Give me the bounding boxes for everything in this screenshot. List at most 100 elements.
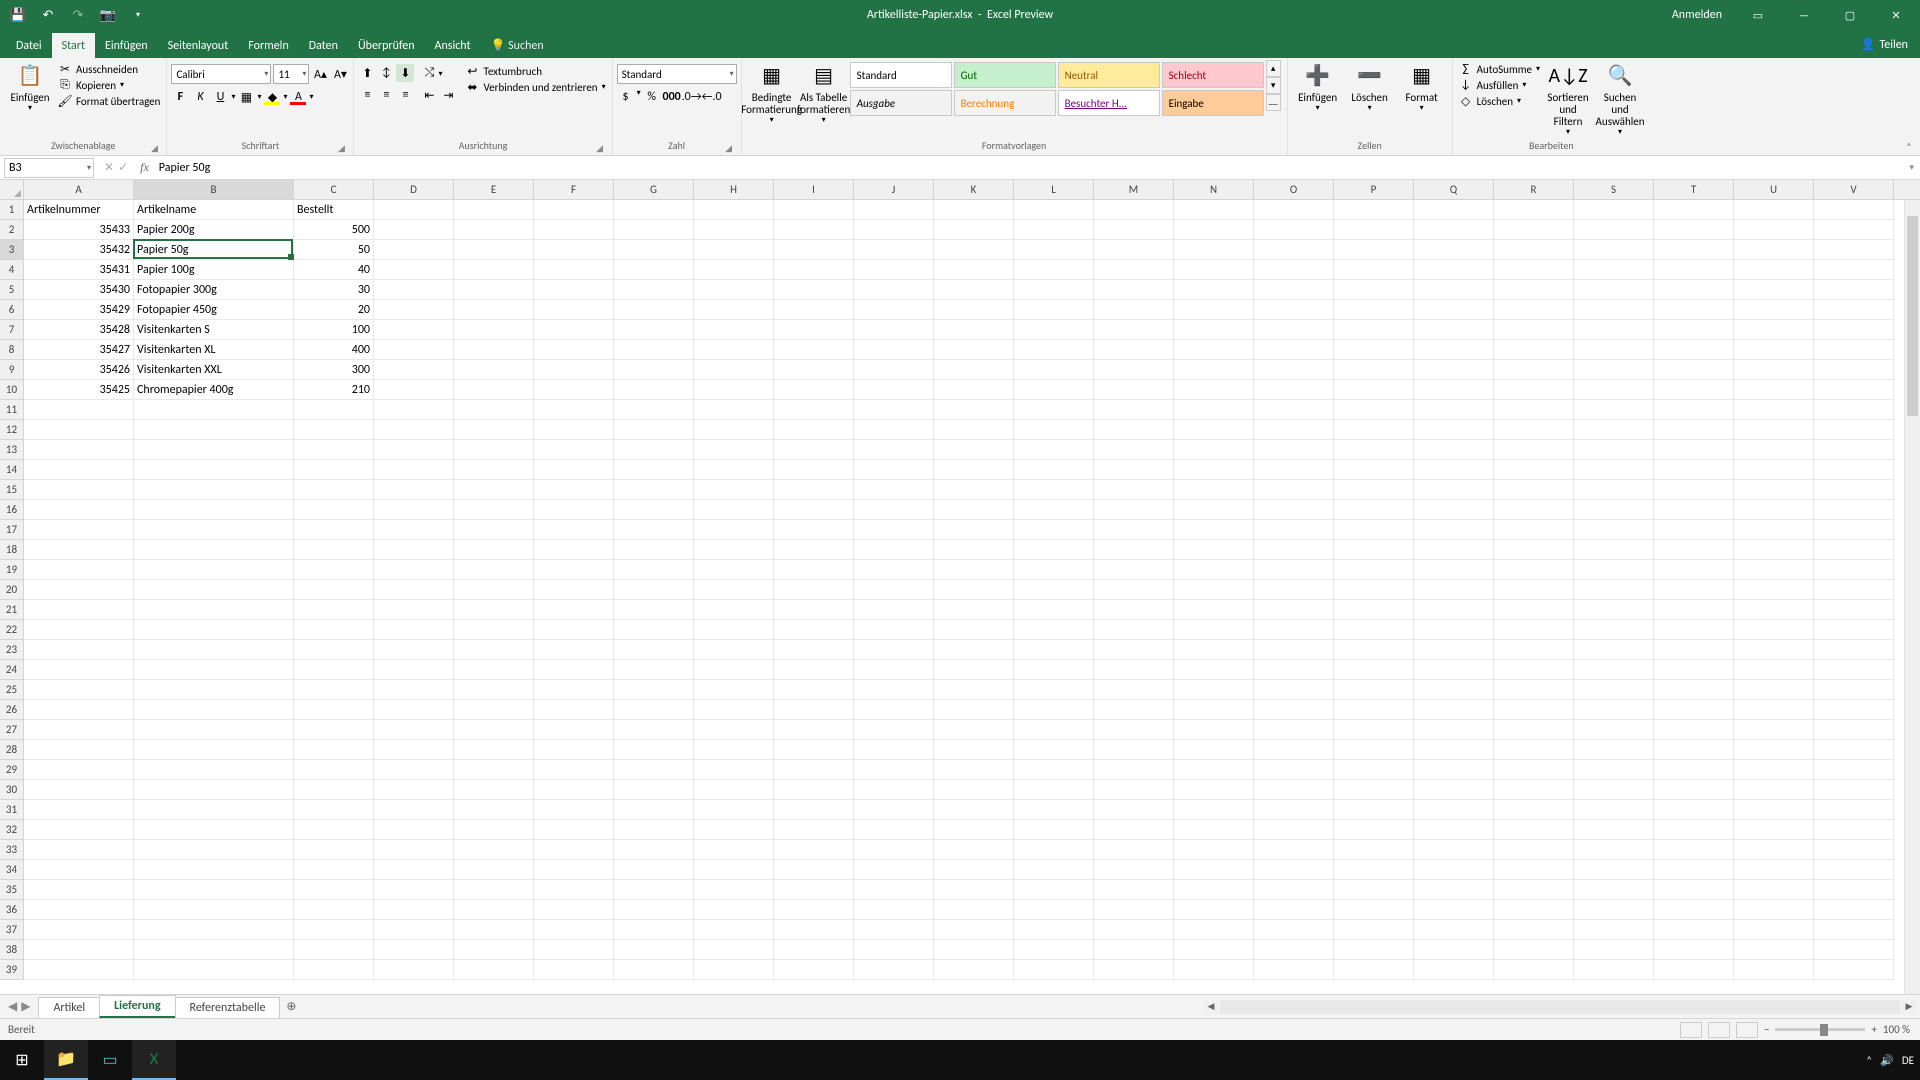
cell[interactable] [1094, 780, 1174, 800]
row-header[interactable]: 28 [0, 740, 24, 760]
cell[interactable] [1814, 320, 1894, 340]
cell[interactable] [1414, 700, 1494, 720]
cell[interactable] [854, 240, 934, 260]
cell[interactable] [1734, 420, 1814, 440]
cell[interactable] [1494, 340, 1574, 360]
cell[interactable] [1574, 240, 1654, 260]
cell[interactable] [1094, 940, 1174, 960]
cell[interactable] [24, 540, 134, 560]
copy-button[interactable]: ⎘Kopieren ▾ [58, 78, 160, 92]
cell[interactable] [1094, 420, 1174, 440]
cell[interactable] [1014, 780, 1094, 800]
cell[interactable] [1254, 440, 1334, 460]
cell[interactable] [374, 540, 454, 560]
cell[interactable] [1174, 880, 1254, 900]
cell[interactable] [1094, 220, 1174, 240]
cell[interactable] [1814, 660, 1894, 680]
cell[interactable] [454, 880, 534, 900]
cell[interactable] [1014, 480, 1094, 500]
cell[interactable] [134, 460, 294, 480]
cell[interactable] [1094, 260, 1174, 280]
insert-cells-button[interactable]: ➕Einfügen▾ [1292, 60, 1344, 115]
cell[interactable] [24, 640, 134, 660]
cell[interactable] [1014, 920, 1094, 940]
cell[interactable] [774, 580, 854, 600]
cell[interactable] [1014, 680, 1094, 700]
cell[interactable] [1814, 960, 1894, 980]
cell[interactable] [1414, 480, 1494, 500]
cell[interactable] [1334, 860, 1414, 880]
cell[interactable]: 35425 [24, 380, 134, 400]
cell[interactable] [134, 400, 294, 420]
cell[interactable] [1414, 540, 1494, 560]
cell[interactable] [774, 920, 854, 940]
cell[interactable] [1334, 360, 1414, 380]
align-launcher-icon[interactable]: ◢ [594, 143, 606, 155]
cell[interactable] [1654, 420, 1734, 440]
orientation-icon[interactable]: ⤭ [420, 64, 438, 82]
cell[interactable] [694, 360, 774, 380]
cell[interactable] [934, 200, 1014, 220]
cell[interactable] [454, 840, 534, 860]
cell[interactable] [1494, 380, 1574, 400]
cell[interactable] [374, 920, 454, 940]
cell[interactable] [774, 540, 854, 560]
cell[interactable] [1094, 200, 1174, 220]
cell[interactable] [294, 520, 374, 540]
cell[interactable] [1414, 820, 1494, 840]
cell[interactable] [1654, 760, 1734, 780]
cell[interactable] [774, 440, 854, 460]
cell[interactable] [294, 460, 374, 480]
cell[interactable] [374, 560, 454, 580]
row-header[interactable]: 16 [0, 500, 24, 520]
cell[interactable] [1734, 720, 1814, 740]
cell[interactable] [24, 400, 134, 420]
cell[interactable] [774, 420, 854, 440]
cell[interactable] [1254, 560, 1334, 580]
cell[interactable] [1014, 500, 1094, 520]
cell[interactable] [774, 400, 854, 420]
cell[interactable] [1254, 480, 1334, 500]
cell[interactable] [1494, 740, 1574, 760]
cell[interactable]: 400 [294, 340, 374, 360]
cell[interactable] [534, 740, 614, 760]
cell[interactable]: 35430 [24, 280, 134, 300]
cell[interactable] [1414, 220, 1494, 240]
row-header[interactable]: 1 [0, 200, 24, 220]
cell[interactable] [1734, 520, 1814, 540]
cell[interactable] [854, 600, 934, 620]
cell[interactable] [374, 680, 454, 700]
cell[interactable] [454, 520, 534, 540]
cell[interactable] [1494, 880, 1574, 900]
cell[interactable] [934, 580, 1014, 600]
cell[interactable] [534, 480, 614, 500]
cell[interactable] [1574, 840, 1654, 860]
cell[interactable] [934, 900, 1014, 920]
cell[interactable] [934, 740, 1014, 760]
cell[interactable] [1094, 920, 1174, 940]
view-normal-icon[interactable] [1680, 1022, 1702, 1038]
cell[interactable] [534, 680, 614, 700]
cell[interactable] [1734, 600, 1814, 620]
cell[interactable] [24, 920, 134, 940]
cell[interactable] [854, 400, 934, 420]
cell[interactable] [1574, 540, 1654, 560]
cell[interactable] [614, 600, 694, 620]
cell[interactable] [1014, 280, 1094, 300]
cell[interactable] [774, 460, 854, 480]
cell[interactable] [1014, 460, 1094, 480]
col-header[interactable]: B [134, 180, 294, 199]
row-header[interactable]: 21 [0, 600, 24, 620]
cell[interactable] [1094, 360, 1174, 380]
cell[interactable] [1334, 340, 1414, 360]
cell[interactable] [454, 320, 534, 340]
cell[interactable] [24, 940, 134, 960]
cell[interactable] [534, 400, 614, 420]
cell[interactable] [1574, 400, 1654, 420]
cell[interactable] [1574, 460, 1654, 480]
cell[interactable] [934, 520, 1014, 540]
cell[interactable] [1814, 800, 1894, 820]
cell[interactable] [294, 860, 374, 880]
cell[interactable] [1574, 420, 1654, 440]
cell[interactable] [454, 600, 534, 620]
